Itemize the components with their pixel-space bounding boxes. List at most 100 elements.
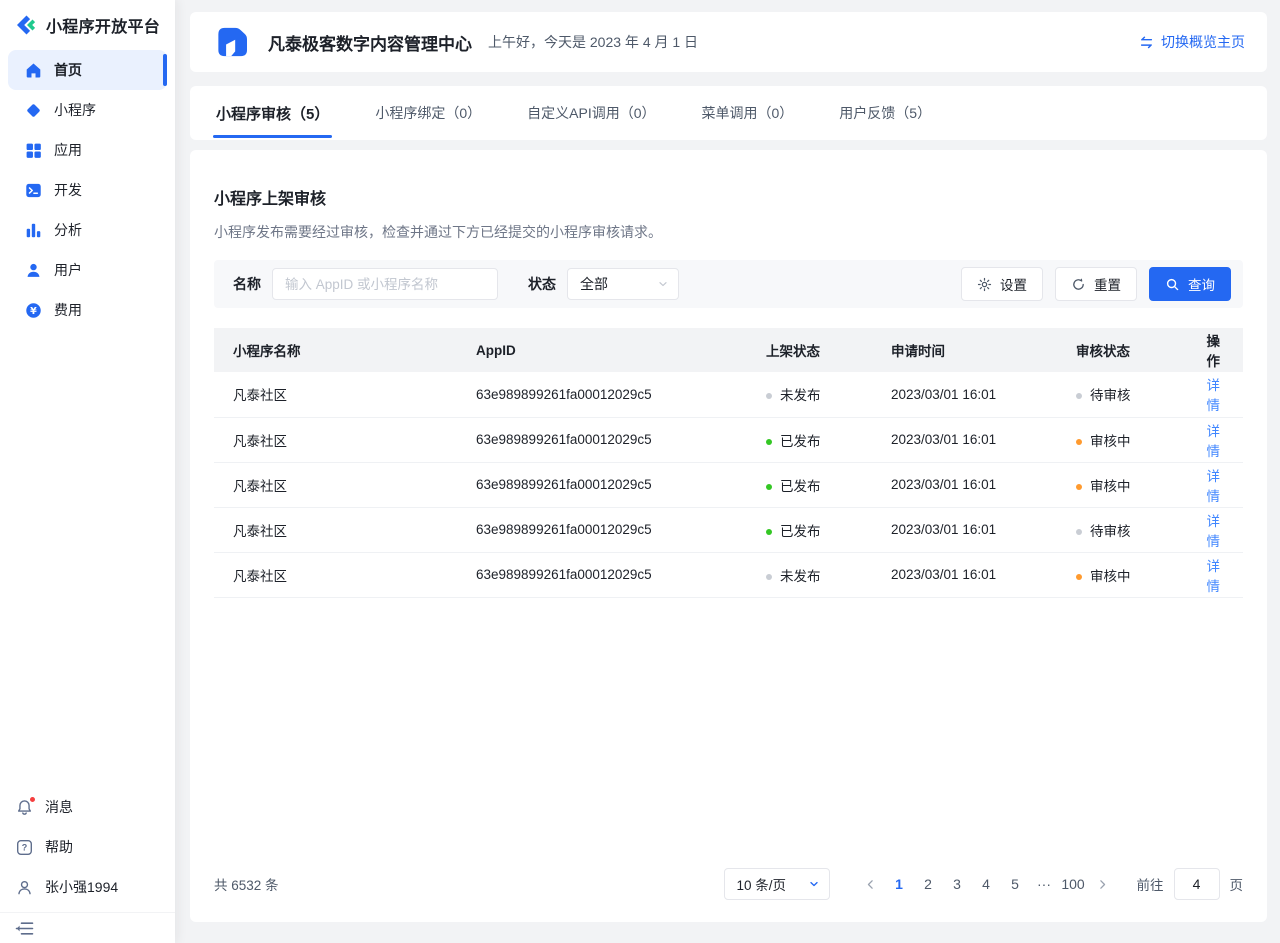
page-ellipsis[interactable]: ··· [1030,868,1059,900]
cell-action: 详情 [1178,372,1243,417]
pager: 1 2 3 4 5 ··· 100 [856,868,1117,900]
sidebar-item-analytics[interactable]: 分析 [8,210,167,250]
status-filter-label: 状态 [528,274,556,294]
sidebar-item-billing[interactable]: ¥ 费用 [8,290,167,330]
goto-page-input[interactable] [1174,868,1220,900]
name-filter-label: 名称 [233,274,261,294]
page-title: 凡泰极客数字内容管理中心 [268,30,472,55]
tab-user-feedback[interactable]: 用户反馈（5） [839,86,931,140]
cell-publish-status: 未发布 [747,372,872,417]
sidebar-item-help[interactable]: ? 帮助 [0,827,175,867]
tab-miniprogram-review[interactable]: 小程序审核（5） [216,86,329,140]
review-table: 小程序名称 AppID 上架状态 申请时间 审核状态 操作 凡泰社区 63e98… [214,328,1243,598]
prev-page-button[interactable] [856,868,885,900]
table-row: 凡泰社区 63e989899261fa00012029c5 未发布 2023/0… [214,372,1243,417]
sidebar-nav: 首页 小程序 应用 [0,46,175,330]
chevron-down-icon [808,878,820,890]
cell-publish-status: 已发布 [747,417,872,462]
column-header: 申请时间 [872,328,1057,372]
page-number[interactable]: 1 [885,868,914,900]
sidebar-footer: 消息 ? 帮助 张小强1994 [0,787,175,943]
sidebar-item-label: 应用 [54,140,82,160]
tab-miniprogram-binding[interactable]: 小程序绑定（0） [375,86,481,140]
column-header: 审核状态 [1057,328,1178,372]
cell-audit-status: 审核中 [1057,417,1178,462]
detail-link[interactable]: 详情 [1207,514,1221,549]
page-number[interactable]: 4 [972,868,1001,900]
search-icon [1165,277,1180,292]
bell-icon [16,799,33,816]
platform-logo: 小程序开放平台 [0,0,175,46]
user-icon [16,879,33,896]
status-dot [766,439,772,445]
swap-icon [1139,35,1154,50]
review-panel: 小程序上架审核 小程序发布需要经过审核，检查并通过下方已经提交的小程序审核请求。… [190,150,1267,922]
sidebar-item-home[interactable]: 首页 [8,50,167,90]
status-dot [1076,574,1082,580]
status-filter-value: 全部 [580,274,608,294]
cell-appid: 63e989899261fa00012029c5 [457,552,747,597]
refresh-icon [1071,277,1086,292]
status-dot [766,574,772,580]
column-header: 上架状态 [747,328,872,372]
status-dot [766,393,772,399]
pagination: 共 6532 条 10 条/页 1 2 3 4 5 [214,868,1243,900]
page-number[interactable]: 100 [1059,868,1088,900]
tab-menu-calls[interactable]: 菜单调用（0） [702,86,794,140]
sidebar-item-label: 开发 [54,180,82,200]
page-number[interactable]: 3 [943,868,972,900]
main-area: 凡泰极客数字内容管理中心 上午好，今天是 2023 年 4 月 1 日 切换概览… [175,0,1280,943]
cell-action: 详情 [1178,552,1243,597]
table-row: 凡泰社区 63e989899261fa00012029c5 已发布 2023/0… [214,417,1243,462]
status-dot [1076,439,1082,445]
page-number[interactable]: 2 [914,868,943,900]
table-row: 凡泰社区 63e989899261fa00012029c5 已发布 2023/0… [214,462,1243,507]
column-header: 操作 [1178,328,1243,372]
sidebar-item-develop[interactable]: 开发 [8,170,167,210]
section-description: 小程序发布需要经过审核，检查并通过下方已经提交的小程序审核请求。 [214,222,1243,242]
collapse-sidebar-button[interactable] [0,913,175,943]
cell-appid: 63e989899261fa00012029c5 [457,372,747,417]
sidebar-item-messages[interactable]: 消息 [0,787,175,827]
status-filter-select[interactable]: 全部 [567,268,679,300]
sidebar-item-apps[interactable]: 应用 [8,130,167,170]
miniprogram-icon [25,102,42,119]
detail-link[interactable]: 详情 [1207,469,1221,504]
cell-name: 凡泰社区 [214,372,457,417]
column-header: AppID [457,328,747,372]
settings-button[interactable]: 设置 [961,267,1043,301]
name-filter-input[interactable] [272,268,498,300]
sidebar-item-users[interactable]: 用户 [8,250,167,290]
cell-apply-time: 2023/03/01 16:01 [872,372,1057,417]
detail-link[interactable]: 详情 [1207,378,1221,413]
menu-fold-icon [15,921,34,936]
cell-publish-status: 已发布 [747,507,872,552]
switch-overview-link[interactable]: 切换概览主页 [1139,32,1245,52]
detail-link[interactable]: 详情 [1207,424,1221,459]
table-header-row: 小程序名称 AppID 上架状态 申请时间 审核状态 操作 [214,328,1243,372]
sidebar-item-account[interactable]: 张小强1994 [0,867,175,907]
cell-audit-status: 待审核 [1057,372,1178,417]
cell-apply-time: 2023/03/01 16:01 [872,552,1057,597]
goto-suffix: 页 [1230,874,1244,894]
detail-link[interactable]: 详情 [1207,559,1221,594]
notification-badge [29,796,36,803]
sidebar-item-miniprogram[interactable]: 小程序 [8,90,167,130]
chevron-down-icon [657,278,669,290]
page-number[interactable]: 5 [1001,868,1030,900]
goto-label: 前往 [1137,874,1164,894]
page-size-select[interactable]: 10 条/页 [724,868,830,900]
cell-audit-status: 审核中 [1057,552,1178,597]
cell-apply-time: 2023/03/01 16:01 [872,462,1057,507]
next-page-button[interactable] [1088,868,1117,900]
workspace-logo-icon [212,22,252,62]
table-row: 凡泰社区 63e989899261fa00012029c5 未发布 2023/0… [214,552,1243,597]
reset-button[interactable]: 重置 [1055,267,1137,301]
tab-custom-api-calls[interactable]: 自定义API调用（0） [527,86,655,140]
analytics-icon [25,222,42,239]
billing-icon: ¥ [25,302,42,319]
sidebar-item-label: 首页 [54,60,82,80]
status-dot [766,529,772,535]
apps-icon [25,142,42,159]
search-button[interactable]: 查询 [1149,267,1231,301]
